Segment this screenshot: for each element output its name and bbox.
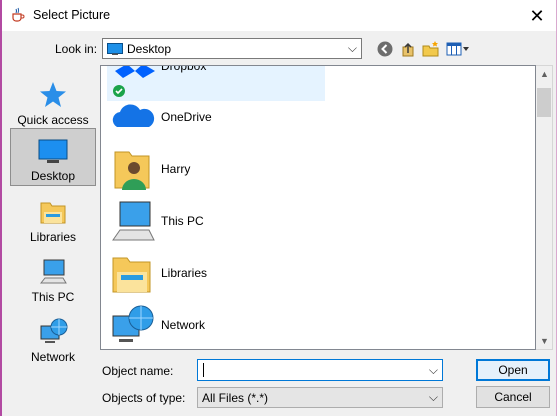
place-label: Desktop [30,169,76,183]
object-name-field[interactable]: ⌵ [197,359,443,381]
list-item-label: Libraries [161,266,208,280]
place-libraries[interactable]: Libraries [10,190,96,248]
view-menu-button[interactable] [444,38,472,60]
list-item-label: This PC [161,214,204,228]
text-caret [203,363,204,377]
place-this-pc[interactable]: This PC [10,250,96,308]
list-item-label: OneDrive [161,110,212,124]
place-label: Libraries [29,230,77,244]
list-item-libraries[interactable]: Libraries [107,248,527,300]
list-item-label: Dropbox [161,65,207,73]
vertical-scrollbar[interactable]: ▲ ▼ [536,65,553,350]
onedrive-icon [112,104,155,127]
list-item-label: Network [161,318,206,332]
lookin-label: Look in: [55,42,98,56]
back-button[interactable] [374,38,396,60]
up-folder-icon [402,42,414,57]
list-item-this-pc[interactable]: This PC [107,196,527,248]
object-name-label: Object name: [102,364,174,378]
user-folder-icon [114,151,150,190]
lookin-dropdown[interactable]: Desktop ⌵ [102,38,362,59]
up-folder-button[interactable] [397,38,419,60]
chevron-down-icon: ⌵ [347,41,357,55]
object-type-select[interactable]: All Files (*.*) ⌵ [197,387,443,408]
chevron-down-icon: ⌵ [428,390,438,404]
scroll-down-icon[interactable]: ▼ [540,336,549,346]
file-list[interactable]: Dropbox OneDrive Harry This PC Libraries [100,65,536,350]
network-icon [40,318,68,343]
back-icon [377,41,393,57]
object-type-value: All Files (*.*) [202,391,269,405]
place-label: Network [30,350,75,364]
libraries-icon [112,257,151,293]
new-folder-button[interactable] [420,38,442,60]
star-icon [40,82,66,107]
java-cup-icon [12,7,25,22]
place-desktop[interactable]: Desktop [10,128,96,186]
computer-icon [112,201,155,241]
lookin-value: Desktop [127,42,172,56]
place-quick-access[interactable]: Quick access [10,73,96,131]
list-item-label: Harry [161,162,191,176]
new-folder-icon [422,41,439,57]
computer-icon [39,259,67,284]
view-menu-icon [446,42,469,56]
list-item-harry[interactable]: Harry [107,144,527,196]
open-button-label: Open [498,363,528,377]
desktop-icon [38,139,68,163]
libraries-icon [40,202,66,224]
network-icon [112,305,154,342]
list-item-network[interactable]: Network [107,300,527,349]
place-label: Quick access [17,113,89,127]
scroll-up-icon[interactable]: ▲ [540,69,549,79]
place-network[interactable]: Network [10,310,96,368]
object-type-label: Objects of type: [102,391,186,405]
places-bar: Quick access Desktop Libraries This PC N… [2,65,97,364]
list-item-onedrive[interactable]: OneDrive [107,92,527,144]
chevron-down-icon[interactable]: ⌵ [429,363,438,378]
desktop-icon [107,43,123,55]
close-icon: ✕ [529,5,545,26]
scrollbar-thumb[interactable] [537,88,551,117]
open-button[interactable]: Open [476,359,550,381]
close-button[interactable]: ✕ [526,5,548,27]
cancel-button[interactable]: Cancel [476,386,550,408]
cancel-button-label: Cancel [494,390,532,404]
window-title: Select Picture [33,8,111,22]
title-bar[interactable]: Select Picture ✕ [2,0,556,31]
place-label: This PC [31,290,75,304]
